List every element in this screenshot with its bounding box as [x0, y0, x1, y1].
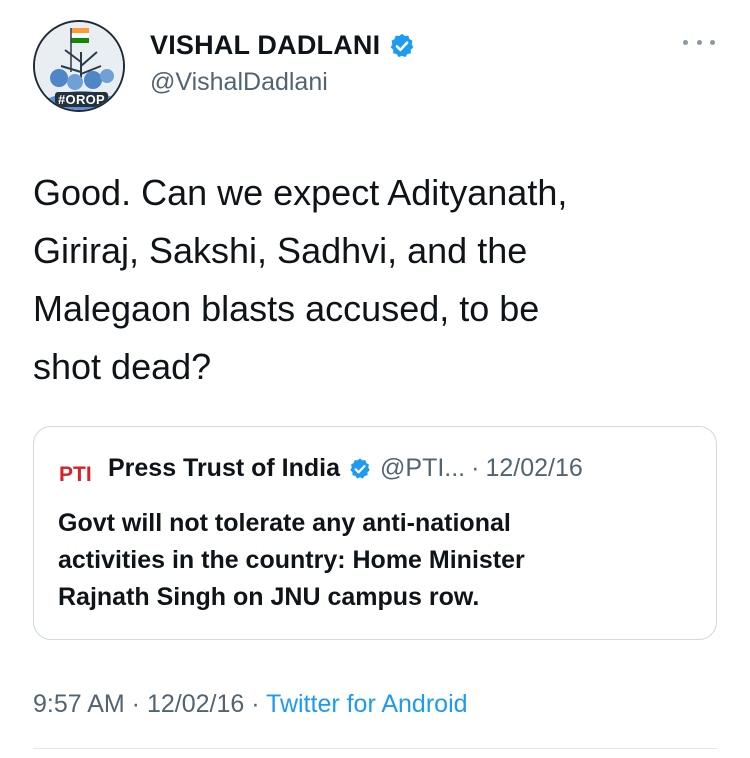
pti-logo-text: PTI: [59, 463, 92, 486]
tweet-text-line: shot dead?: [33, 346, 212, 387]
quoted-text-line: Rajnath Singh on JNU campus row.: [58, 583, 480, 611]
tweet-text-line: Malegaon blasts accused, to be: [33, 288, 540, 329]
tweet-text: Good. Can we expect Adityanath, Giriraj,…: [33, 164, 723, 396]
tweet-text-line: Giriraj, Sakshi, Sadhvi, and the: [33, 230, 528, 271]
author-handle[interactable]: @VishalDadlani: [150, 68, 328, 97]
avatar[interactable]: #OROP: [33, 20, 125, 112]
tweet-time[interactable]: 9:57 AM: [33, 690, 125, 718]
tweet-source-link[interactable]: Twitter for Android: [266, 690, 467, 718]
divider: [33, 748, 717, 749]
quoted-text-line: Govt will not tolerate any anti-national: [58, 509, 511, 537]
quoted-date: 12/02/16: [485, 454, 583, 482]
quoted-author-name: Press Trust of India: [108, 454, 341, 482]
tweet-text-line: Good. Can we expect Adityanath,: [33, 172, 568, 213]
more-dot: [683, 39, 688, 45]
meta-separator: ·: [124, 690, 147, 718]
quoted-separator: ·: [471, 454, 480, 482]
avatar-badge-text: #OROP: [55, 92, 109, 107]
verified-badge-icon: [350, 458, 370, 478]
more-dot: [696, 39, 702, 45]
more-dot: [710, 39, 715, 45]
quoted-tweet-text: Govt will not tolerate any anti-national…: [58, 505, 678, 616]
author-name[interactable]: VISHAL DADLANI: [150, 30, 380, 61]
tweet-date[interactable]: 12/02/16: [147, 690, 244, 718]
tweet-metadata: 9:57 AM · 12/02/16 · Twitter for Android: [33, 690, 468, 719]
pti-logo: PTI: [58, 459, 98, 487]
quoted-tweet-header: Press Trust of India @PTI... · 12/02/16: [108, 454, 583, 483]
meta-separator: ·: [244, 690, 267, 718]
quoted-text-line: activities in the country: Home Minister: [58, 546, 525, 574]
quoted-author-handle: @PTI...: [380, 454, 466, 482]
verified-badge-icon: [390, 33, 414, 57]
quoted-tweet[interactable]: PTI Press Trust of India @PTI... · 12/02…: [33, 426, 717, 640]
author-name-row: VISHAL DADLANI: [150, 30, 416, 61]
more-options-icon[interactable]: [683, 32, 715, 52]
